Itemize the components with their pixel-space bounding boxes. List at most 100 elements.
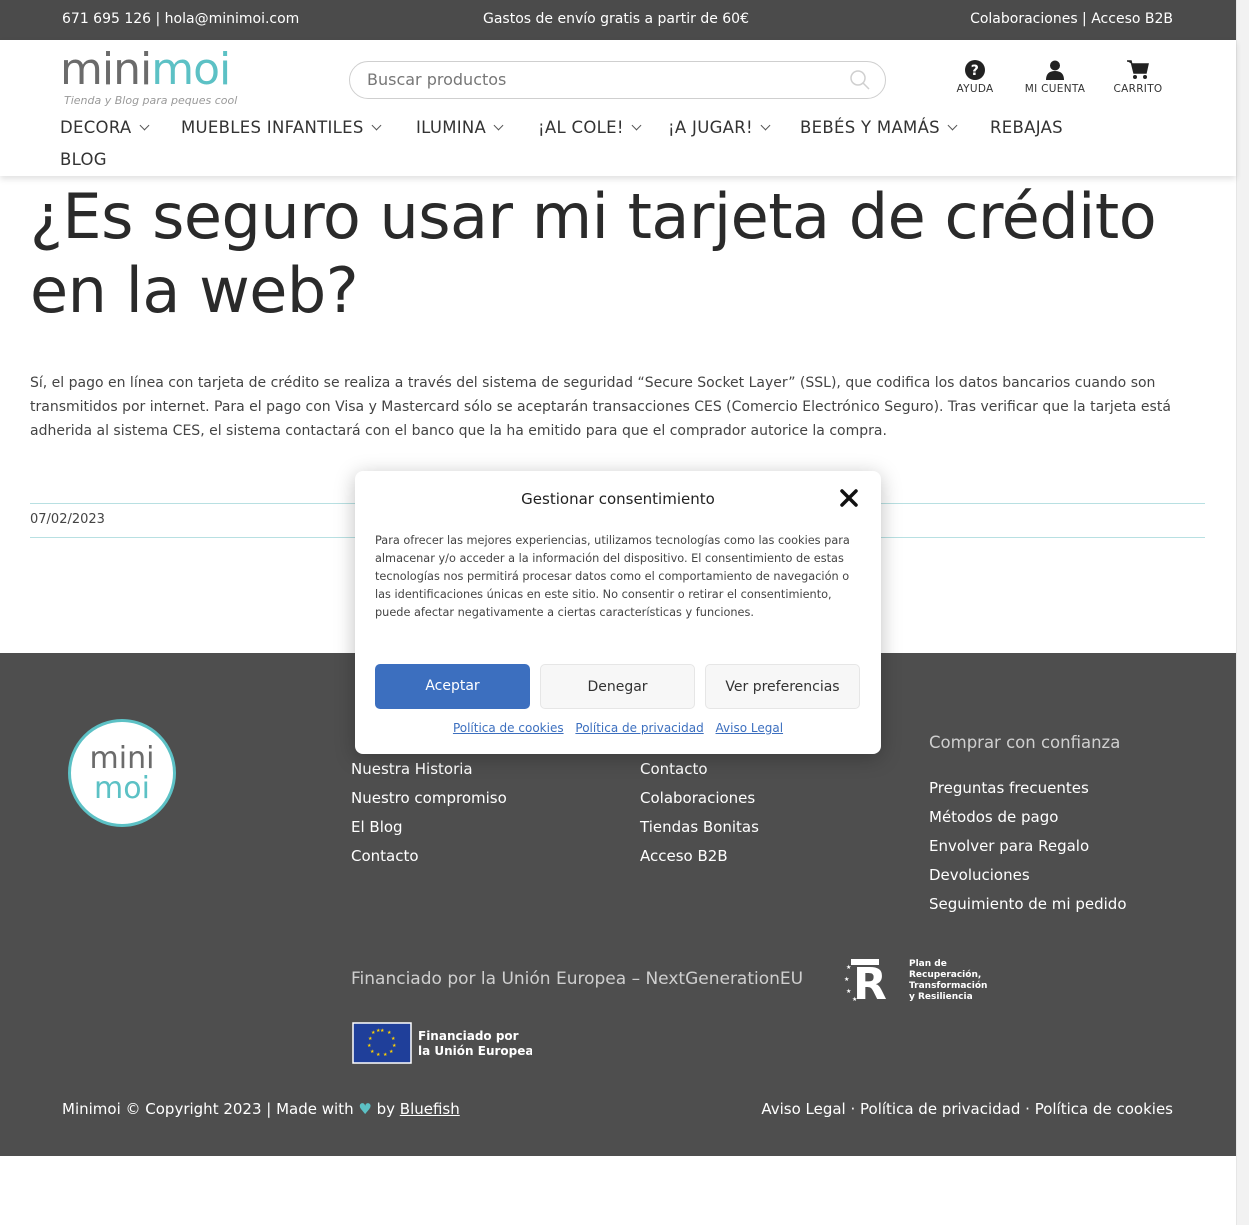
chevron-down-icon xyxy=(139,120,149,131)
footer-link-metodos-de-pago[interactable]: Métodos de pago xyxy=(929,803,1127,832)
footer-link-contacto[interactable]: Contacto xyxy=(640,755,759,784)
deny-button[interactable]: Denegar xyxy=(540,664,695,709)
svg-text:★: ★ xyxy=(846,964,851,971)
nav-item-muebles-infantiles[interactable]: MUEBLES INFANTILES xyxy=(181,118,382,137)
eu-funding-text: Financiado por la Unión Europea – NextGe… xyxy=(351,969,804,989)
svg-text:★: ★ xyxy=(844,976,849,983)
cart-icon xyxy=(1127,60,1149,79)
help-label: AYUDA xyxy=(956,83,994,95)
close-icon[interactable] xyxy=(837,486,861,510)
footer-link-preguntas-frecuentes[interactable]: Preguntas frecuentes xyxy=(929,774,1127,803)
svg-text:★: ★ xyxy=(376,1052,381,1058)
site-header: minimoi Tienda y Blog para peques cool ?… xyxy=(0,40,1236,176)
question-circle-icon: ? xyxy=(965,60,985,80)
svg-text:★: ★ xyxy=(380,1028,385,1034)
consent-title: Gestionar consentimiento xyxy=(521,490,715,508)
post-date: 07/02/2023 xyxy=(30,512,105,527)
account-link[interactable]: MI CUENTA xyxy=(1020,60,1090,95)
nav-item-blog[interactable]: BLOG xyxy=(60,150,107,169)
topbar-links[interactable]: Colaboraciones | Acceso B2B xyxy=(970,11,1173,27)
cart-link[interactable]: CARRITO xyxy=(1110,60,1166,95)
copyright-text: Minimoi © Copyright 2023 | Made with xyxy=(62,1100,354,1118)
svg-text:★: ★ xyxy=(370,1049,375,1055)
nav-item-decora[interactable]: DECORA xyxy=(60,118,149,137)
footer-link-nuestra-historia[interactable]: Nuestra Historia xyxy=(351,755,507,784)
recovery-plan-logo: ★ ★ ★ ★ R Plan de Recuperación, Transfor… xyxy=(843,953,1003,1010)
privacy-policy-link[interactable]: Política de privacidad xyxy=(575,721,703,735)
search-input[interactable] xyxy=(367,70,837,89)
nav-label: DECORA xyxy=(60,118,132,137)
topbar-contact[interactable]: 671 695 126 | hola@minimoi.com xyxy=(62,11,299,27)
accept-button[interactable]: Aceptar xyxy=(375,664,530,709)
legal-notice-link[interactable]: Aviso Legal xyxy=(716,721,784,735)
nav-label: BLOG xyxy=(60,150,107,169)
eu-flag-logo: ★ ★ ★ ★ ★ ★ ★ ★ ★ ★ ★ ★ Financiado por la Unión … xyxy=(352,1022,533,1064)
view-preferences-button[interactable]: Ver preferencias xyxy=(705,664,860,709)
top-bar: 671 695 126 | hola@minimoi.com Gastos de… xyxy=(0,0,1236,40)
nav-item-a-jugar[interactable]: ¡A JUGAR! xyxy=(668,118,771,137)
pr-line-1: Plan de xyxy=(909,959,947,969)
footer-legal-links[interactable]: Aviso Legal · Política de privacidad · P… xyxy=(761,1100,1173,1118)
cookie-policy-link[interactable]: Política de cookies xyxy=(453,721,564,735)
svg-text:★: ★ xyxy=(376,1028,381,1034)
eu-flag-line-2: la Unión Europea xyxy=(418,1044,532,1058)
heart-icon: ♥ xyxy=(358,1100,372,1118)
nav-label: ILUMINA xyxy=(416,118,487,137)
scrollbar[interactable] xyxy=(1236,0,1249,1225)
help-link[interactable]: ? AYUDA xyxy=(952,60,998,95)
nav-item-ilumina[interactable]: ILUMINA xyxy=(416,118,504,137)
footer-link-acceso-b2b[interactable]: Acceso B2B xyxy=(640,842,759,871)
logo-moi: moi xyxy=(151,44,231,95)
svg-text:★: ★ xyxy=(389,1049,394,1055)
footer-link-tiendas-bonitas[interactable]: Tiendas Bonitas xyxy=(640,813,759,842)
logo-mini: mini xyxy=(60,44,152,95)
nav-label: REBAJAS xyxy=(990,118,1063,137)
footer-logo-moi: moi xyxy=(94,771,150,806)
chevron-down-icon xyxy=(371,120,382,131)
article-body: Sí, el pago en línea con tarjeta de créd… xyxy=(30,375,1171,439)
svg-text:R: R xyxy=(853,959,887,1007)
footer-logo-mini: mini xyxy=(89,741,155,776)
search-icon[interactable] xyxy=(849,69,873,93)
footer-link-el-blog[interactable]: El Blog xyxy=(351,813,507,842)
svg-text:★: ★ xyxy=(368,1036,373,1042)
nav-item-bebes-y-mamas[interactable]: BEBÉS Y MAMÁS xyxy=(800,118,958,137)
chevron-down-icon xyxy=(493,120,504,131)
footer-column-trust: Comprar con confianza Preguntas frecuent… xyxy=(929,733,1127,919)
svg-text:★: ★ xyxy=(391,1036,396,1042)
copyright-by: by xyxy=(376,1100,395,1118)
nav-label: ¡AL COLE! xyxy=(538,118,624,137)
footer-logo[interactable]: mini moi xyxy=(68,719,176,827)
copyright: Minimoi © Copyright 2023 | Made with ♥ b… xyxy=(62,1100,460,1118)
footer-link-envolver-para-regalo[interactable]: Envolver para Regalo xyxy=(929,832,1127,861)
footer-link-seguimiento-pedido[interactable]: Seguimiento de mi pedido xyxy=(929,890,1127,919)
eu-flag-line-1: Financiado por xyxy=(418,1029,519,1043)
cart-label: CARRITO xyxy=(1113,83,1163,95)
pr-line-2: Recuperación, xyxy=(909,969,981,980)
chevron-down-icon xyxy=(760,120,771,131)
footer-link-devoluciones[interactable]: Devoluciones xyxy=(929,861,1127,890)
site-logo[interactable]: minimoi Tienda y Blog para peques cool xyxy=(60,46,260,110)
pr-line-3: Transformación xyxy=(909,980,987,991)
svg-text:?: ? xyxy=(971,63,979,79)
footer-link-nuestro-compromiso[interactable]: Nuestro compromiso xyxy=(351,784,507,813)
svg-text:★: ★ xyxy=(367,1043,372,1049)
chevron-down-icon xyxy=(947,120,958,131)
nav-item-al-cole[interactable]: ¡AL COLE! xyxy=(538,118,642,137)
pr-line-4: y Resiliencia xyxy=(909,992,973,1002)
chevron-down-icon xyxy=(631,120,642,131)
nav-label: MUEBLES INFANTILES xyxy=(181,118,364,137)
nav-item-rebajas[interactable]: REBAJAS xyxy=(990,118,1063,137)
page-title: ¿Es seguro usar mi tarjeta de crédito en… xyxy=(30,180,1157,327)
user-icon xyxy=(1046,60,1064,80)
consent-dialog: Gestionar consentimiento Para ofrecer la… xyxy=(355,471,881,754)
footer-link-contacto[interactable]: Contacto xyxy=(351,842,507,871)
nav-label: BEBÉS Y MAMÁS xyxy=(800,118,940,137)
account-label: MI CUENTA xyxy=(1024,83,1086,95)
svg-text:★: ★ xyxy=(383,1052,388,1058)
nav-label: ¡A JUGAR! xyxy=(668,118,753,137)
consent-links: Política de cookies Política de privacid… xyxy=(355,721,881,735)
footer-link-colaboraciones[interactable]: Colaboraciones xyxy=(640,784,759,813)
bluefish-link[interactable]: Bluefish xyxy=(400,1100,460,1118)
search-box xyxy=(349,61,886,99)
